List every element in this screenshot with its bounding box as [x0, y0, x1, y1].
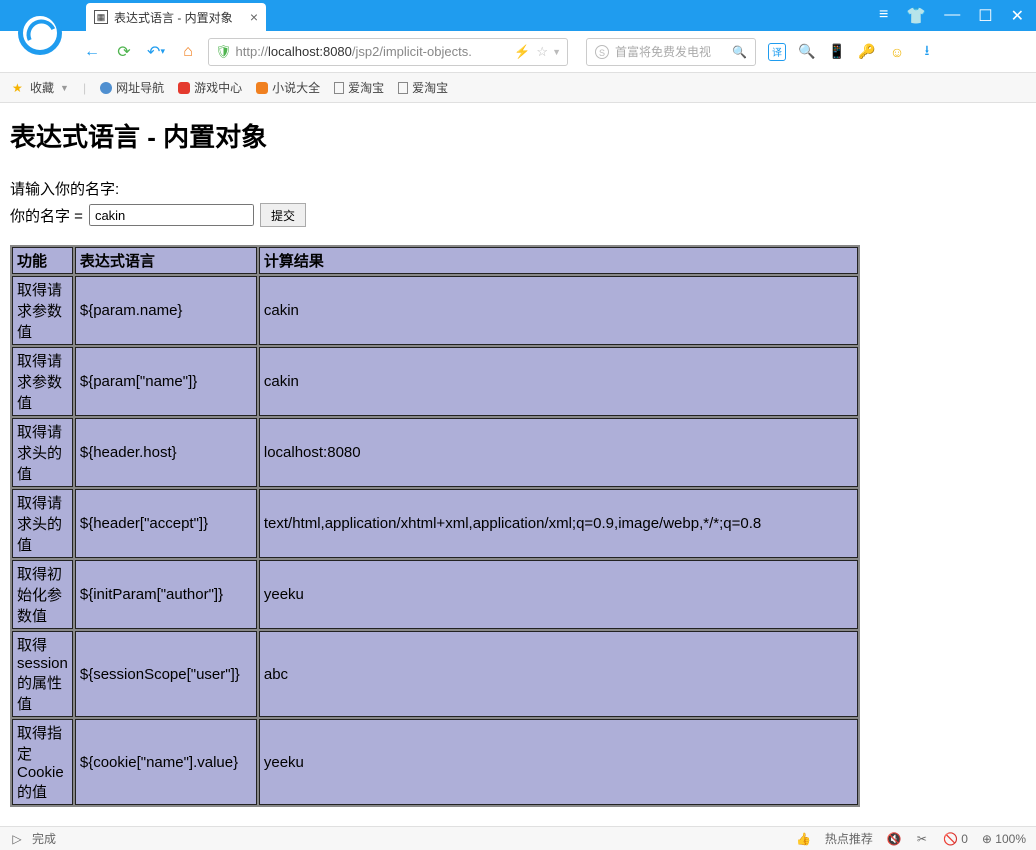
undo-icon[interactable]: ↶▾ — [144, 40, 168, 64]
table-row: 取得请求参数值${param["name"]}cakin — [12, 347, 858, 416]
hot-label[interactable]: 热点推荐 — [825, 830, 873, 847]
titlebar: ▦ 表达式语言 - 内置对象 × ≡ 👕 — ☐ ✕ — [0, 0, 1036, 31]
bookmark-item[interactable]: 网址导航 — [100, 79, 164, 96]
table-row: 取得请求参数值${param.name}cakin — [12, 276, 858, 345]
app-icon — [178, 82, 190, 94]
bookmark-item[interactable]: 爱淘宝 — [398, 79, 448, 96]
translate-icon[interactable]: 译 — [768, 43, 786, 61]
table-row: 取得请求头的值${header["accept"]}text/html,appl… — [12, 489, 858, 558]
menu-icon[interactable]: ≡ — [879, 6, 888, 26]
page-icon: ▦ — [94, 10, 108, 24]
table-header-row: 功能 表达式语言 计算结果 — [12, 247, 858, 274]
star-icon: ★ — [12, 81, 26, 95]
col-header: 计算结果 — [259, 247, 858, 274]
minimize-icon[interactable]: — — [944, 6, 960, 26]
app-icon — [256, 82, 268, 94]
chevron-down-icon: ▼ — [60, 83, 69, 93]
star-icon[interactable]: ☆ — [536, 44, 548, 60]
snip-icon[interactable]: ✂ — [915, 832, 929, 846]
file-icon — [398, 82, 408, 94]
urlbar: ← ⟳ ↶▾ ⌂ 🛡 http://localhost:8080/jsp2/im… — [0, 31, 1036, 73]
phone-icon[interactable]: 📱 — [828, 43, 846, 61]
like-icon[interactable]: 👍 — [796, 832, 811, 846]
file-icon — [334, 82, 344, 94]
close-tab-icon[interactable]: × — [250, 9, 258, 25]
submit-button[interactable]: 提交 — [260, 203, 306, 227]
prompt-label: 请输入你的名字: — [10, 178, 1026, 199]
name-label: 你的名字 = — [10, 205, 83, 226]
url-pre: http:// — [236, 44, 269, 59]
bookmark-item[interactable]: 小说大全 — [256, 79, 320, 96]
bookmarks-bar: ★ 收藏 ▼ | 网址导航 游戏中心 小说大全 爱淘宝 爱淘宝 — [0, 73, 1036, 103]
form-row: 你的名字 = 提交 — [10, 203, 1026, 227]
extension-icons: 译 🔍 📱 🔑 ☺ ⭳ — [768, 43, 936, 61]
back-icon[interactable]: ← — [80, 40, 104, 64]
mute-icon[interactable]: 🔇 — [887, 832, 901, 846]
page-title: 表达式语言 - 内置对象 — [10, 117, 1026, 154]
dropdown-icon[interactable]: ▼ — [552, 47, 561, 57]
divider: | — [83, 81, 86, 95]
bookmark-item[interactable]: 游戏中心 — [178, 79, 242, 96]
search-placeholder: 首富将免费发电视 — [615, 43, 711, 60]
reload-icon[interactable]: ⟳ — [112, 40, 136, 64]
url-host: localhost:8080 — [268, 44, 352, 59]
window-controls: ≡ 👕 — ☐ ✕ — [867, 0, 1036, 32]
bookmark-item[interactable]: 爱淘宝 — [334, 79, 384, 96]
lens-icon[interactable]: 🔍 — [798, 43, 816, 61]
lightning-icon[interactable]: ⚡ — [514, 44, 530, 60]
globe-icon — [100, 82, 112, 94]
zoom-control[interactable]: ⊕ 100% — [982, 832, 1026, 846]
table-row: 取得初始化参数值${initParam["author"]}yeeku — [12, 560, 858, 629]
status-text: 完成 — [32, 830, 56, 847]
table-row: 取得请求头的值${header.host}localhost:8080 — [12, 418, 858, 487]
favorites-label: 收藏 — [30, 79, 54, 96]
col-header: 功能 — [12, 247, 73, 274]
search-icon[interactable]: 🔍 — [732, 45, 747, 59]
table-row: 取得指定Cookie的值${cookie["name"].value}yeeku — [12, 719, 858, 805]
key-icon[interactable]: 🔑 — [858, 43, 876, 61]
browser-logo — [18, 11, 62, 55]
statusbar: ▷ 完成 👍 热点推荐 🔇 ✂ 🚫 0 ⊕ 100% — [0, 826, 1036, 850]
shield-icon: 🛡 — [215, 44, 232, 60]
search-box[interactable]: S 首富将免费发电视 🔍 — [586, 38, 756, 66]
home-icon[interactable]: ⌂ — [176, 40, 200, 64]
browser-tab[interactable]: ▦ 表达式语言 - 内置对象 × — [86, 3, 266, 31]
adblock-count[interactable]: 🚫 0 — [943, 832, 968, 846]
result-table: 功能 表达式语言 计算结果 取得请求参数值${param.name}cakin … — [10, 245, 860, 807]
urlbar-right: S 首富将免费发电视 🔍 译 🔍 📱 🔑 ☺ ⭳ — [586, 38, 936, 66]
name-input[interactable] — [89, 204, 254, 226]
face-icon[interactable]: ☺ — [888, 43, 906, 61]
tab-title: 表达式语言 - 内置对象 — [114, 9, 233, 26]
skin-icon[interactable]: 👕 — [906, 6, 926, 26]
url-input[interactable]: 🛡 http://localhost:8080/jsp2/implicit-ob… — [208, 38, 568, 66]
favorites-button[interactable]: ★ 收藏 ▼ — [12, 79, 69, 96]
play-icon[interactable]: ▷ — [10, 832, 24, 846]
col-header: 表达式语言 — [75, 247, 257, 274]
maximize-icon[interactable]: ☐ — [978, 6, 992, 26]
engine-icon: S — [595, 45, 609, 59]
table-row: 取得session的属性值${sessionScope["user"]}abc — [12, 631, 858, 717]
page-content: 表达式语言 - 内置对象 请输入你的名字: 你的名字 = 提交 功能 表达式语言… — [0, 103, 1036, 826]
url-path: /jsp2/implicit-objects. — [352, 44, 472, 59]
close-icon[interactable]: ✕ — [1011, 6, 1024, 26]
download-icon[interactable]: ⭳ — [918, 43, 936, 61]
